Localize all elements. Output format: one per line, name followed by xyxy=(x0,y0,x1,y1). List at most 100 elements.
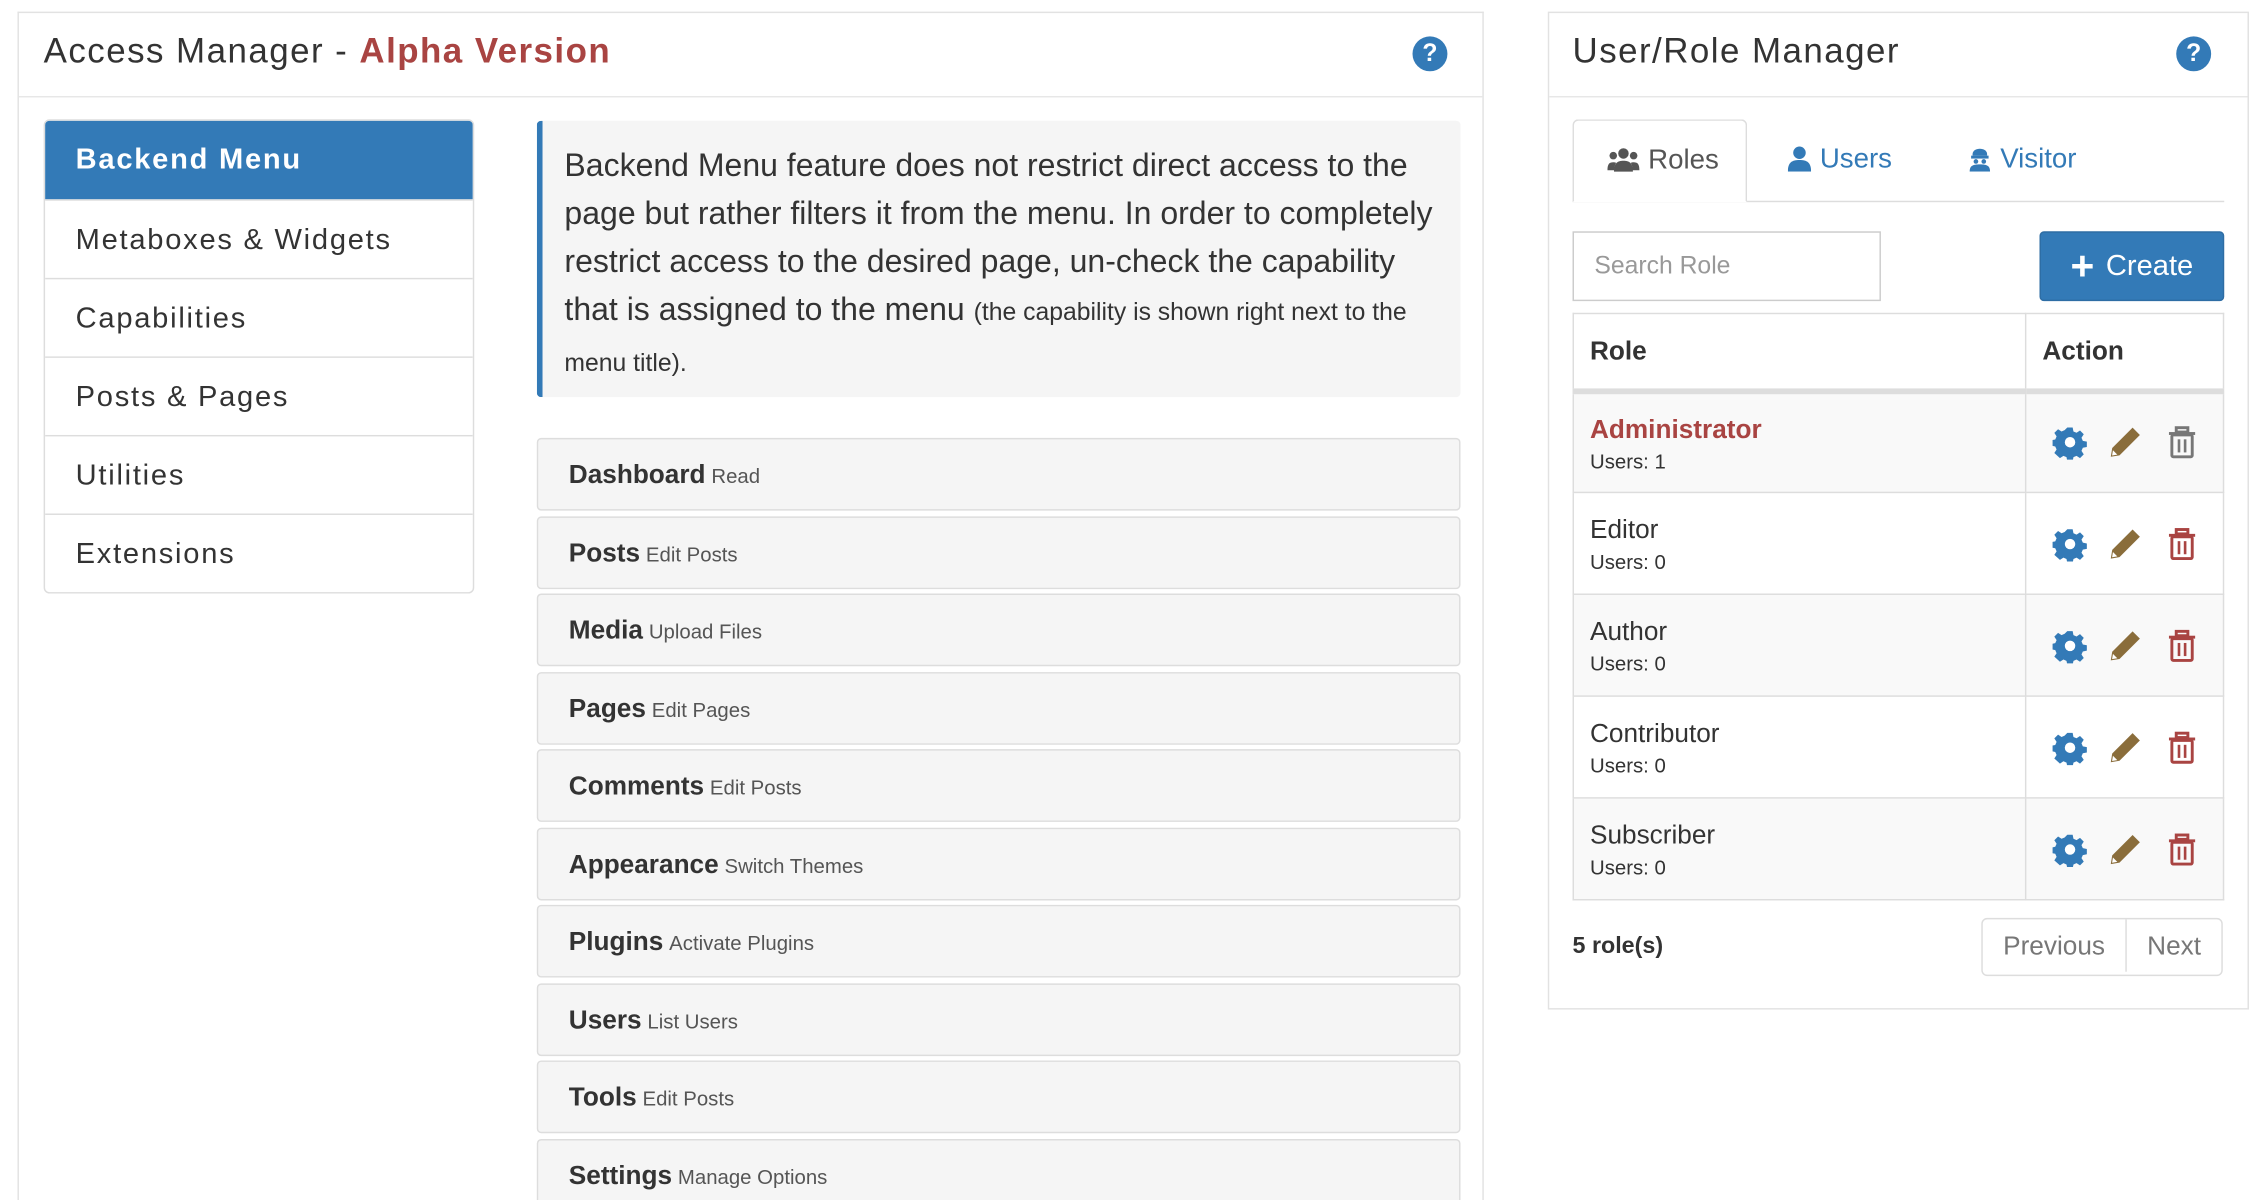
pencil-icon[interactable] xyxy=(2109,831,2144,866)
nav-item-posts-pages[interactable]: Posts & Pages xyxy=(45,356,473,435)
role-name[interactable]: Editor xyxy=(1590,514,2024,546)
tab-visitor[interactable]: Visitor xyxy=(1968,119,2077,200)
create-label: Create xyxy=(2105,250,2194,283)
nav-item-capabilities[interactable]: Capabilities xyxy=(45,277,473,357)
gear-icon[interactable] xyxy=(2052,628,2088,663)
role-cell: Administrator Users: 1 xyxy=(1572,389,2027,494)
access-manager-panel: Access Manager - Alpha Version ? Backend… xyxy=(17,11,1484,1200)
menu-item-capability: Read xyxy=(711,464,761,488)
table-row: Contributor Users: 0 xyxy=(1572,695,2225,799)
menu-item-name: Users xyxy=(568,1004,642,1034)
role-user-count: Users: 0 xyxy=(1589,549,1666,574)
table-row: Editor Users: 0 xyxy=(1572,491,2225,595)
backend-menu-info-callout: Backend Menu feature does not restrict d… xyxy=(536,120,1461,398)
user-icon xyxy=(1787,146,1812,172)
menu-item-capability: Edit Posts xyxy=(709,775,802,799)
next-button[interactable]: Next xyxy=(2125,919,2221,972)
user-role-manager-header: User/Role Manager ? xyxy=(1549,13,2248,98)
role-user-count: Users: 0 xyxy=(1589,855,1666,879)
backend-menu-list: Dashboard Read Posts Edit Posts Media Uploa… xyxy=(536,437,1461,1200)
tab-visitor-label: Visitor xyxy=(2000,144,2077,175)
menu-item-users[interactable]: Users List Users xyxy=(536,982,1461,1056)
search-role-input[interactable] xyxy=(1572,231,1881,302)
role-user-count: Users: 0 xyxy=(1589,651,1666,675)
nav-item-metaboxes-widgets[interactable]: Metaboxes & Widgets xyxy=(45,199,473,278)
role-name[interactable]: Contributor xyxy=(1590,717,2024,749)
user-role-manager-title: User/Role Manager xyxy=(1572,32,1900,72)
previous-button[interactable]: Previous xyxy=(1983,919,2126,971)
trash-icon[interactable] xyxy=(2164,831,2199,866)
menu-item-name: Plugins xyxy=(568,926,664,956)
gear-icon[interactable] xyxy=(2052,425,2088,461)
menu-item-capability: Edit Pages xyxy=(651,697,751,721)
table-row: Author Users: 0 xyxy=(1572,593,2225,697)
role-name[interactable]: Author xyxy=(1590,615,2024,647)
action-cell xyxy=(2024,389,2225,494)
menu-item-name: Pages xyxy=(568,693,646,723)
menu-item-capability: Manage Options xyxy=(677,1164,828,1188)
menu-item-pages[interactable]: Pages Edit Pages xyxy=(536,671,1461,745)
menu-item-name: Tools xyxy=(568,1082,637,1112)
action-cell xyxy=(2024,797,2225,901)
tab-roles[interactable]: Roles xyxy=(1572,119,1748,203)
nav-item-backend-menu[interactable]: Backend Menu xyxy=(45,120,473,200)
pencil-icon[interactable] xyxy=(2109,628,2144,663)
pencil-icon[interactable] xyxy=(2109,425,2144,460)
menu-item-posts[interactable]: Posts Edit Posts xyxy=(536,515,1461,589)
tab-roles-label: Roles xyxy=(1648,145,1719,177)
action-cell xyxy=(2024,695,2225,799)
menu-item-name: Comments xyxy=(568,770,705,801)
create-role-button[interactable]: + Create xyxy=(2039,231,2225,302)
role-cell: Subscriber Users: 0 xyxy=(1572,797,2027,901)
menu-item-name: Dashboard xyxy=(568,459,706,489)
role-column-header[interactable]: Role xyxy=(1572,312,2027,394)
trash-icon[interactable] xyxy=(2164,526,2199,561)
trash-icon[interactable] xyxy=(2164,628,2199,663)
table-row: Administrator Users: 1 xyxy=(1572,389,2225,494)
menu-item-capability: Upload Files xyxy=(648,619,763,643)
table-row: Subscriber Users: 0 xyxy=(1572,797,2225,901)
gear-icon[interactable] xyxy=(2052,526,2088,561)
action-column-header: Action xyxy=(2024,312,2225,394)
role-cell: Contributor Users: 0 xyxy=(1572,695,2027,799)
gear-icon[interactable] xyxy=(2052,831,2088,867)
pencil-icon[interactable] xyxy=(2109,526,2144,561)
user-role-manager-panel: User/Role Manager ? Roles Users Visitor … xyxy=(1547,11,2249,1010)
role-user-count: Users: 1 xyxy=(1589,449,1666,473)
tab-users[interactable]: Users xyxy=(1787,119,1892,200)
nav-item-extensions[interactable]: Extensions xyxy=(45,513,473,593)
table-header-row: Role Action xyxy=(1572,312,2225,394)
menu-item-name: Media xyxy=(568,615,644,645)
group-icon xyxy=(1607,148,1640,172)
role-cell: Editor Users: 0 xyxy=(1572,491,2027,595)
menu-item-media[interactable]: Media Upload Files xyxy=(536,593,1461,667)
title-prefix: Access Manager - xyxy=(43,32,360,72)
menu-item-capability: Edit Posts xyxy=(642,1086,735,1110)
menu-item-comments[interactable]: Comments Edit Posts xyxy=(536,749,1461,822)
menu-item-dashboard[interactable]: Dashboard Read xyxy=(536,437,1461,511)
menu-item-settings[interactable]: Settings Manage Options xyxy=(536,1138,1461,1200)
roles-table: Role Action Administrator Users: 1 Edito… xyxy=(1572,312,2225,901)
gear-icon[interactable] xyxy=(2052,730,2088,765)
action-cell xyxy=(2024,491,2225,595)
menu-item-capability: Edit Posts xyxy=(645,541,738,566)
question-circle-icon[interactable]: ? xyxy=(2176,36,2212,72)
trash-icon[interactable] xyxy=(2164,730,2199,765)
menu-item-name: Posts xyxy=(568,537,641,567)
menu-item-name: Settings xyxy=(568,1160,673,1190)
pencil-icon[interactable] xyxy=(2109,730,2144,765)
nav-item-utilities[interactable]: Utilities xyxy=(45,434,473,514)
role-name[interactable]: Administrator xyxy=(1590,413,2024,445)
role-name[interactable]: Subscriber xyxy=(1590,819,2024,851)
question-circle-icon[interactable]: ? xyxy=(1412,36,1448,72)
role-cell: Author Users: 0 xyxy=(1572,593,2027,697)
manager-tabs: Roles Users Visitor xyxy=(1572,119,2225,203)
menu-item-plugins[interactable]: Plugins Activate Plugins xyxy=(536,904,1461,978)
menu-item-capability: Activate Plugins xyxy=(669,931,815,955)
menu-item-capability: List Users xyxy=(647,1008,738,1033)
feature-nav: Backend Menu Metaboxes & Widgets Capabil… xyxy=(43,119,475,594)
menu-item-tools[interactable]: Tools Edit Posts xyxy=(536,1060,1461,1134)
pagination: Previous Next xyxy=(1981,917,2223,977)
menu-item-appearance[interactable]: Appearance Switch Themes xyxy=(536,826,1461,900)
role-count: 5 role(s) xyxy=(1572,933,1664,959)
